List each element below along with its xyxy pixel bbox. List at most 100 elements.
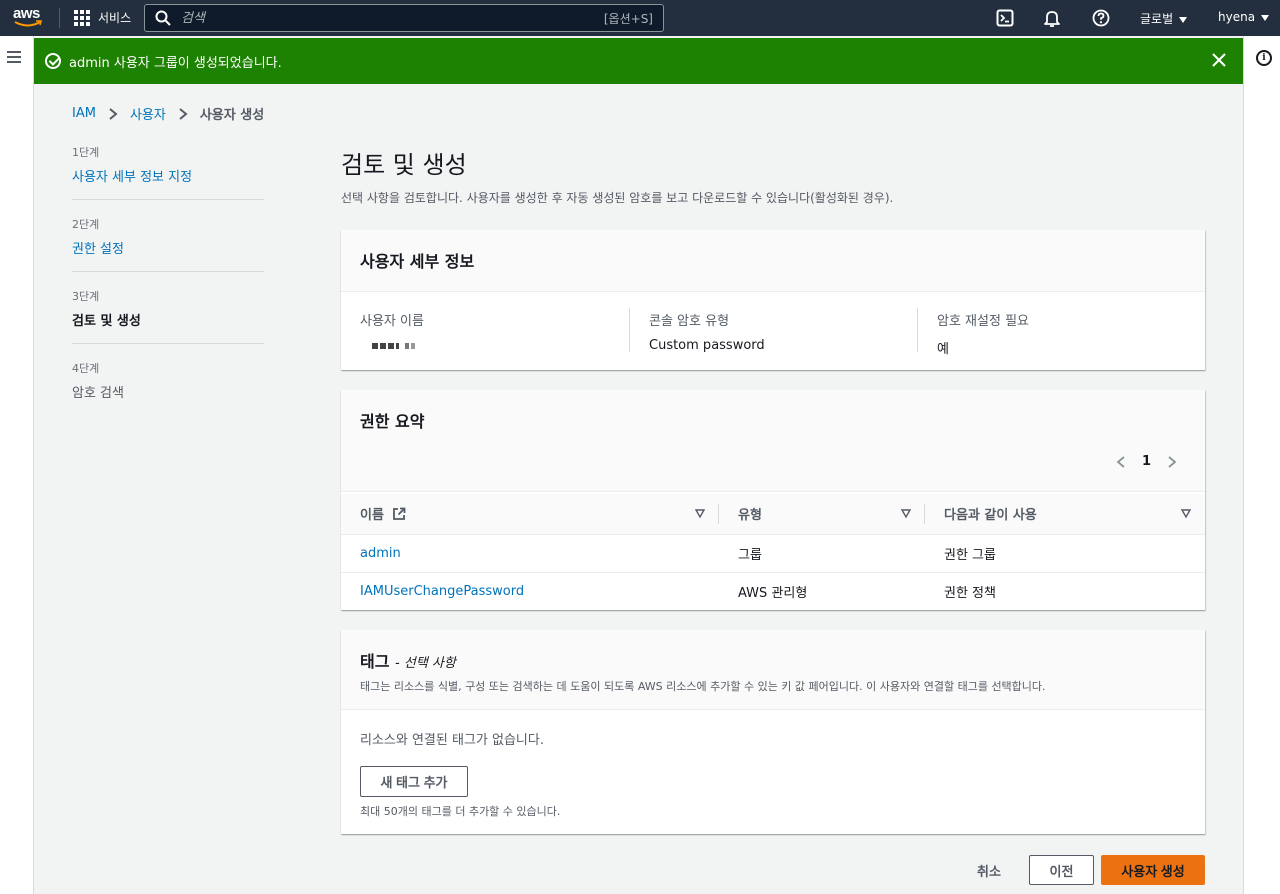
column-header-used-as[interactable]: 다음과 같이 사용 [925,494,1205,535]
external-link-icon [393,507,406,521]
username-label: 사용자 이름 [360,314,424,329]
add-new-tag-button[interactable]: 새 태그 추가 [360,766,468,797]
table-row: IAMUserChangePassword AWS 관리형 권한 정책 [341,572,1205,610]
success-flashbar: admin 사용자 그룹이 생성되었습니다. [34,38,1243,84]
console-password-type-label: 콘솔 암호 유형 [649,314,730,329]
permission-used-as: 권한 그룹 [925,534,1205,573]
wizard-step-3: 3단계 검토 및 생성 [72,288,264,344]
password-reset-label: 암호 재설정 필요 [937,314,1029,329]
breadcrumb-users[interactable]: 사용자 [130,104,166,123]
permission-used-as: 권한 정책 [944,585,996,601]
services-grid-icon [74,9,90,26]
region-selector[interactable]: 글로벌 [1140,10,1188,27]
help-icon[interactable] [1092,9,1110,27]
username-field: 사용자 이름 [360,310,424,353]
wizard-step-2: 2단계 권한 설정 [72,216,264,272]
column-header-label: 유형 [738,508,762,524]
sort-caret-icon [1181,509,1191,519]
permission-name-link[interactable]: admin [360,546,401,561]
permission-type: 그룹 [719,534,925,573]
region-label: 글로벌 [1140,12,1174,26]
chevron-right-icon[interactable] [1165,455,1179,469]
step-number: 2단계 [72,218,100,231]
card-header: 권한 요약 [341,390,1205,492]
info-panel-icon[interactable]: i [1256,50,1272,66]
username-value-redacted [360,338,424,353]
wizard-step-4: 4단계 암호 검색 [72,360,264,416]
column-divider [917,308,918,352]
user-details-card: 사용자 세부 정보 사용자 이름 콘솔 암호 유형 Custom passwor… [341,230,1205,370]
page-title: 검토 및 생성 [341,151,467,179]
step-number: 1단계 [72,146,100,159]
page-subtitle: 선택 사항을 검토합니다. 사용자를 생성한 후 자동 생성된 암호를 보고 다… [341,191,894,205]
password-reset-field: 암호 재설정 필요 예 [937,310,1029,357]
breadcrumb: IAM 사용자 사용자 생성 [72,104,264,123]
search-box[interactable]: [옵션+S] [144,4,664,32]
success-check-icon [45,53,61,69]
sort-caret-icon [901,509,911,519]
services-label: 서비스 [98,11,132,25]
account-menu[interactable]: hyena [1218,10,1270,24]
card-header: 사용자 세부 정보 [341,230,1205,292]
search-input[interactable] [181,10,581,26]
table-header-row: 이름 유형 다음과 같이 사용 [341,494,1205,535]
column-header-label: 이름 [360,508,384,524]
hamburger-menu-icon[interactable] [7,51,21,66]
tags-title: 태그 - 선택 사항 [360,648,1186,672]
create-user-button[interactable]: 사용자 생성 [1101,855,1205,885]
left-navigation-rail [0,36,34,894]
close-icon[interactable] [1211,52,1227,68]
tags-optional-label: - 선택 사항 [395,656,456,671]
step-number: 4단계 [72,362,100,375]
aws-smile-icon [14,20,42,27]
top-navigation: aws 서비스 [옵션+S] 글로벌 hyena [0,0,1280,36]
step-link-permissions[interactable]: 권한 설정 [72,238,264,257]
column-divider [629,308,630,352]
no-tags-message: 리소스와 연결된 태그가 없습니다. [360,733,544,748]
chevron-right-icon [109,107,118,120]
caret-down-icon [1179,16,1188,23]
redacted-username [372,343,415,349]
permissions-table: 이름 유형 다음과 같이 사용 admin 그룹 권한 그룹 IAMUserCh… [341,494,1205,610]
search-icon [155,10,171,26]
column-header-type[interactable]: 유형 [719,494,925,535]
console-password-type-field: 콘솔 암호 유형 Custom password [649,310,765,353]
permission-type: AWS 관리형 [738,585,808,601]
wizard-step-1: 1단계 사용자 세부 정보 지정 [72,144,264,200]
search-shortcut: [옵션+S] [603,12,653,26]
permissions-summary-card: 권한 요약 1 이름 유형 다음과 같이 사용 admin 그룹 권한 그룹 I… [341,390,1205,610]
cloudshell-icon[interactable] [996,9,1014,27]
breadcrumb-current: 사용자 생성 [199,108,265,123]
permissions-summary-title: 권한 요약 [360,412,425,431]
console-password-type-value: Custom password [649,338,765,353]
cancel-button[interactable]: 취소 [977,861,1001,880]
aws-logo[interactable]: aws [12,4,44,30]
pagination: 1 [1114,454,1179,469]
table-row: admin 그룹 권한 그룹 [341,534,1205,573]
caret-down-icon [1261,14,1270,21]
services-menu-button[interactable]: 서비스 [74,9,131,26]
chevron-left-icon[interactable] [1114,455,1128,469]
current-page-number[interactable]: 1 [1142,454,1151,469]
right-help-rail: i [1243,36,1280,894]
step-current-review: 검토 및 생성 [72,314,141,329]
step-retrieve-password: 암호 검색 [72,386,124,401]
column-header-label: 다음과 같이 사용 [944,508,1037,524]
password-reset-value: 예 [937,342,949,357]
step-link-user-details[interactable]: 사용자 세부 정보 지정 [72,166,264,185]
account-username: hyena [1218,10,1256,24]
nav-divider [59,8,60,28]
permission-name-link[interactable]: IAMUserChangePassword [360,584,524,599]
previous-button[interactable]: 이전 [1029,855,1094,885]
tags-description: 태그는 리소스를 식별, 구성 또는 검색하는 데 도움이 되도록 AWS 리소… [360,680,1046,693]
tags-limit-hint: 최대 50개의 태그를 더 추가할 수 있습니다. [360,805,561,818]
chevron-right-icon [179,107,188,120]
tags-title-text: 태그 [360,652,390,671]
flash-message: admin 사용자 그룹이 생성되었습니다. [69,55,282,71]
sort-caret-icon [695,509,705,519]
tags-card: 태그 - 선택 사항 태그는 리소스를 식별, 구성 또는 검색하는 데 도움이… [341,630,1205,834]
column-header-name[interactable]: 이름 [341,494,719,535]
notifications-bell-icon[interactable] [1043,9,1061,27]
breadcrumb-iam[interactable]: IAM [72,106,96,121]
step-number: 3단계 [72,290,100,303]
